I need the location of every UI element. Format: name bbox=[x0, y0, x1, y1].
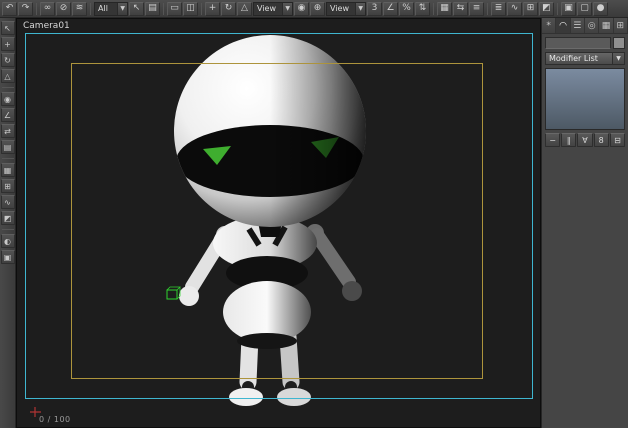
tab-utilities[interactable]: ⊞ bbox=[614, 18, 628, 33]
left-toolbar-button-6[interactable]: ∠ bbox=[0, 108, 15, 122]
select-scale-icon[interactable]: △ bbox=[237, 1, 252, 16]
pin-stack-icon[interactable]: − bbox=[545, 133, 561, 147]
redo-icon[interactable]: ↷ bbox=[18, 1, 33, 16]
left-toolbar-button-5[interactable]: ◉ bbox=[0, 92, 15, 106]
toolbar-separator bbox=[1, 87, 14, 88]
3dsmax-window: ↶ ↷ ∞ ⊘ ≋ All ▼ ↖ ▤ ▭ ◫ + ↻ △ View ▼ ◉ ⊕… bbox=[0, 0, 628, 428]
left-toolbar-button-8[interactable]: ▤ bbox=[0, 140, 15, 154]
toolbar-separator bbox=[90, 2, 91, 15]
unlink-icon[interactable]: ⊘ bbox=[56, 1, 71, 16]
dummy-helper-gizmo bbox=[166, 286, 181, 300]
object-color-swatch[interactable] bbox=[613, 37, 625, 49]
selection-filter-dropdown[interactable]: All ▼ bbox=[94, 1, 128, 16]
toolbar-separator bbox=[1, 229, 14, 230]
render-setup-icon[interactable]: ▣ bbox=[561, 1, 576, 16]
left-toolbar-button-14[interactable]: ▣ bbox=[0, 250, 15, 264]
main-toolbar: ↶ ↷ ∞ ⊘ ≋ All ▼ ↖ ▤ ▭ ◫ + ↻ △ View ▼ ◉ ⊕… bbox=[0, 0, 628, 18]
left-toolbar-button-12[interactable]: ◩ bbox=[0, 211, 15, 225]
select-rotate-icon[interactable]: ↻ bbox=[221, 1, 236, 16]
curve-editor-icon[interactable]: ∿ bbox=[507, 1, 522, 16]
side-toolbar: ↖ + ↻ △ ◉ ∠ ⇄ ▤ ▦ ⊞ ∿ ◩ ◐ ▣ bbox=[0, 18, 16, 428]
toolbar-separator bbox=[201, 2, 202, 15]
left-toolbar-button-4[interactable]: △ bbox=[0, 69, 15, 83]
chevron-down-icon[interactable]: ▼ bbox=[613, 52, 625, 65]
left-toolbar-button-9[interactable]: ▦ bbox=[0, 163, 15, 177]
left-toolbar-button-1[interactable]: ↖ bbox=[0, 21, 15, 35]
object-name-field[interactable] bbox=[545, 37, 611, 49]
remove-modifier-icon[interactable]: 8 bbox=[593, 133, 609, 147]
selection-filter-value: All bbox=[98, 4, 108, 13]
select-link-icon[interactable]: ∞ bbox=[40, 1, 55, 16]
modifier-list-dropdown[interactable]: Modifier List bbox=[545, 52, 613, 65]
select-object-icon[interactable]: ↖ bbox=[129, 1, 144, 16]
material-editor-icon[interactable]: ◩ bbox=[539, 1, 554, 16]
chevron-down-icon: ▼ bbox=[355, 2, 365, 15]
reference-coordinate-dropdown[interactable]: View ▼ bbox=[253, 1, 293, 16]
align-icon[interactable]: ≡ bbox=[469, 1, 484, 16]
command-panel: * ◠ ☰ ◎ ▦ ⊞ Modifier List ▼ − ∥ ∀ 8 ⊟ bbox=[541, 18, 628, 428]
quick-render-icon[interactable]: ● bbox=[593, 1, 608, 16]
layer-manager-icon[interactable]: ≣ bbox=[491, 1, 506, 16]
tab-hierarchy[interactable]: ☰ bbox=[571, 18, 585, 33]
tab-motion[interactable]: ◎ bbox=[585, 18, 600, 33]
left-toolbar-button-7[interactable]: ⇄ bbox=[0, 124, 15, 138]
select-move-icon[interactable]: + bbox=[205, 1, 220, 16]
percent-snap-icon[interactable]: % bbox=[399, 1, 414, 16]
make-unique-icon[interactable]: ∀ bbox=[577, 133, 593, 147]
toolbar-separator bbox=[1, 158, 14, 159]
chevron-down-icon: ▼ bbox=[282, 2, 292, 15]
toolbar-separator bbox=[487, 2, 488, 15]
object-name-row bbox=[545, 37, 625, 49]
frame-counter: 0 / 100 bbox=[39, 415, 71, 424]
left-toolbar-button-13[interactable]: ◐ bbox=[0, 234, 15, 248]
snap-toggle-icon[interactable]: 3 bbox=[367, 1, 382, 16]
select-by-name-icon[interactable]: ▤ bbox=[145, 1, 160, 16]
command-panel-tabs: * ◠ ☰ ◎ ▦ ⊞ bbox=[542, 18, 628, 34]
show-end-result-icon[interactable]: ∥ bbox=[561, 133, 577, 147]
render-frame-icon[interactable]: ▢ bbox=[577, 1, 592, 16]
select-manipulate-icon[interactable]: ⊕ bbox=[310, 1, 325, 16]
modifier-stack-list[interactable] bbox=[545, 68, 625, 130]
schematic-view-icon[interactable]: ⊞ bbox=[523, 1, 538, 16]
angle-snap-icon[interactable]: ∠ bbox=[383, 1, 398, 16]
left-toolbar-button-10[interactable]: ⊞ bbox=[0, 179, 15, 193]
left-toolbar-button-11[interactable]: ∿ bbox=[0, 195, 15, 209]
robot-model bbox=[30, 35, 366, 417]
undo-icon[interactable]: ↶ bbox=[2, 1, 17, 16]
view-dropdown-2[interactable]: View ▼ bbox=[326, 1, 366, 16]
toolbar-separator bbox=[433, 2, 434, 15]
use-center-icon[interactable]: ◉ bbox=[294, 1, 309, 16]
modifier-stack-toolbar: − ∥ ∀ 8 ⊟ bbox=[545, 133, 626, 147]
tab-modify[interactable]: ◠ bbox=[556, 18, 571, 33]
toolbar-separator bbox=[163, 2, 164, 15]
camera-viewport[interactable]: Camera01 0 / 100 bbox=[16, 18, 541, 428]
toolbar-separator bbox=[557, 2, 558, 15]
window-crossing-icon[interactable]: ◫ bbox=[183, 1, 198, 16]
left-toolbar-button-3[interactable]: ↻ bbox=[0, 53, 15, 67]
bind-spacewarp-icon[interactable]: ≋ bbox=[72, 1, 87, 16]
configure-modifier-sets-icon[interactable]: ⊟ bbox=[609, 133, 626, 147]
spinner-snap-icon[interactable]: ⇅ bbox=[415, 1, 430, 16]
left-toolbar-button-2[interactable]: + bbox=[0, 37, 15, 51]
selection-region-icon[interactable]: ▭ bbox=[167, 1, 182, 16]
modifier-list-row: Modifier List ▼ bbox=[545, 52, 625, 65]
tab-display[interactable]: ▦ bbox=[599, 18, 614, 33]
tab-create[interactable]: * bbox=[542, 18, 557, 33]
mirror-icon[interactable]: ⇆ bbox=[453, 1, 468, 16]
chevron-down-icon: ▼ bbox=[117, 2, 127, 15]
reference-coordinate-value: View bbox=[257, 4, 276, 13]
named-selections-icon[interactable]: ▦ bbox=[437, 1, 452, 16]
viewport-label[interactable]: Camera01 bbox=[23, 21, 70, 31]
view-dropdown-2-value: View bbox=[330, 4, 349, 13]
toolbar-separator bbox=[36, 2, 37, 15]
